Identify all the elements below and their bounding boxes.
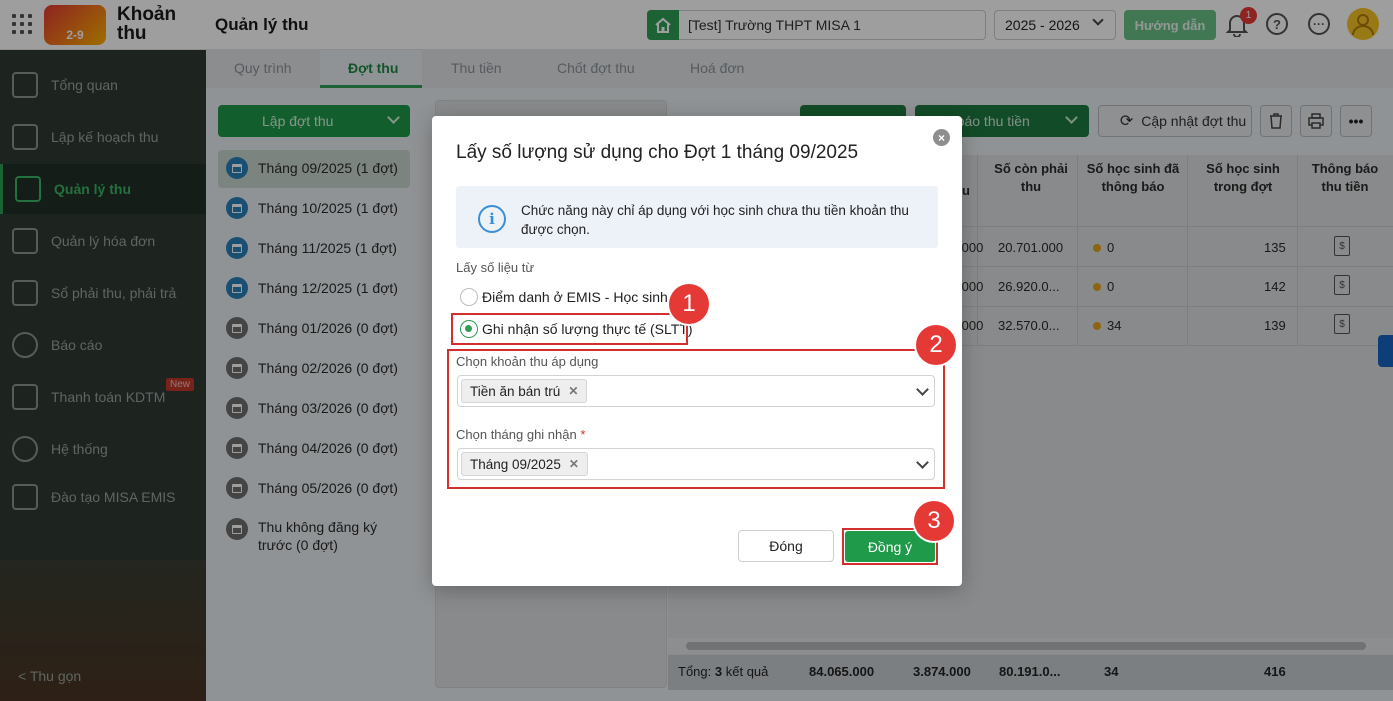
info-icon: i [478,205,506,233]
highlight-box [451,313,688,345]
month-field-label: Chọn tháng ghi nhận * [456,427,585,442]
month-chip-label: Tháng 09/2025 [470,456,561,472]
step-marker: 1 [669,284,709,324]
required-mark: * [580,427,586,442]
step-marker: 2 [916,325,956,365]
month-label-text: Chọn tháng ghi nhận [456,427,577,442]
close-icon[interactable]: × [933,129,950,146]
radio-attendance-label: Điểm danh ở EMIS - Học sinh [482,289,668,305]
remove-icon[interactable]: ✕ [568,384,578,398]
month-chip: Tháng 09/2025 ✕ [461,452,588,476]
info-text: Chức năng này chỉ áp dụng với học sinh c… [521,203,909,237]
close-button[interactable]: Đóng [738,530,834,562]
fee-chip-label: Tiền ăn bán trú [470,383,561,399]
radio-attendance[interactable] [460,288,478,306]
remove-icon[interactable]: ✕ [569,457,579,471]
source-label: Lấy số liệu từ [456,260,535,275]
fee-chip: Tiền ăn bán trú ✕ [461,379,588,403]
fee-label: Chọn khoản thu áp dụng [456,354,599,369]
step-marker: 3 [914,501,954,541]
dialog-title: Lấy số lượng sử dụng cho Đợt 1 tháng 09/… [456,142,859,163]
